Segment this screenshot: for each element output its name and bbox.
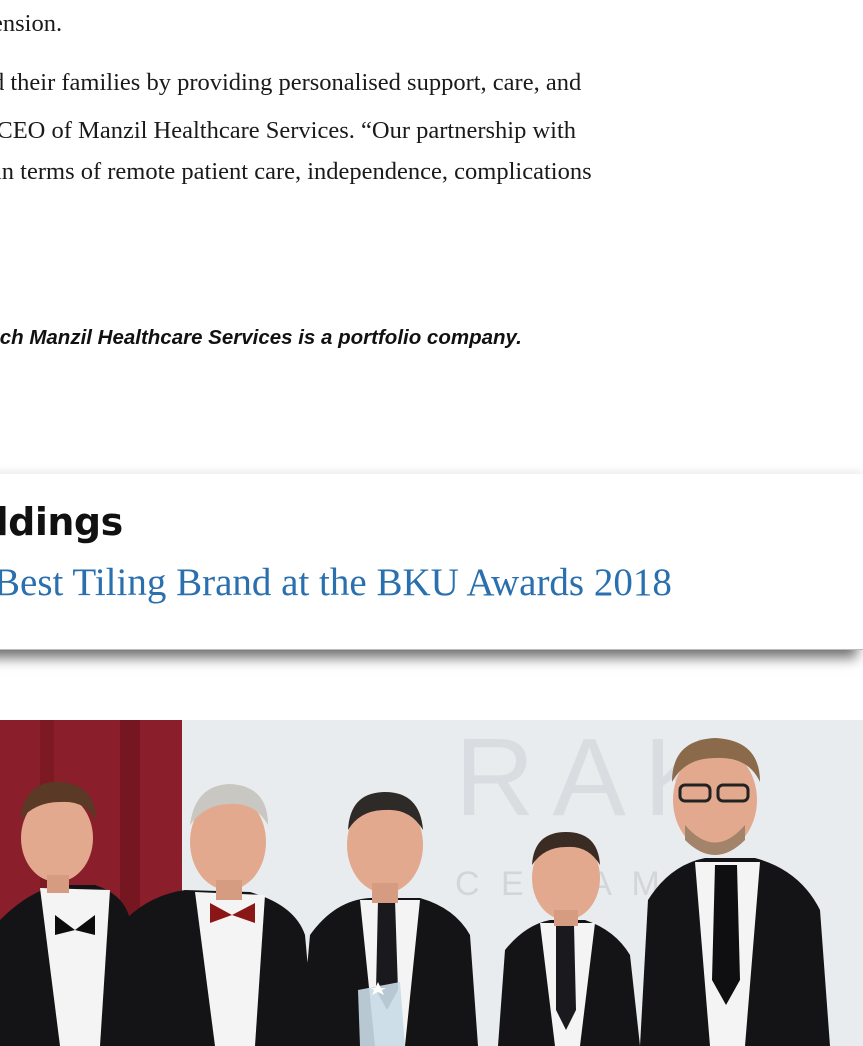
- article-text-line-2: d their families by providing personalis…: [0, 69, 582, 96]
- banner-title: oldings: [0, 500, 123, 544]
- banner-subtitle: Best Tiling Brand at the BKU Awards 2018: [0, 561, 672, 604]
- article-text-line-1: ension.: [0, 10, 63, 37]
- article-footnote: ich Manzil Healthcare Services is a port…: [0, 326, 522, 349]
- article-text-line-3: o CEO of Manzil Healthcare Services. “Ou…: [0, 117, 577, 144]
- article-text-line-4: e in terms of remote patient care, indep…: [0, 158, 592, 185]
- award-photo-illustration: RAK C E R A M I C: [0, 720, 863, 1046]
- section-banner: oldings Best Tiling Brand at the BKU Awa…: [0, 474, 863, 650]
- award-photo: RAK C E R A M I C: [0, 720, 863, 1046]
